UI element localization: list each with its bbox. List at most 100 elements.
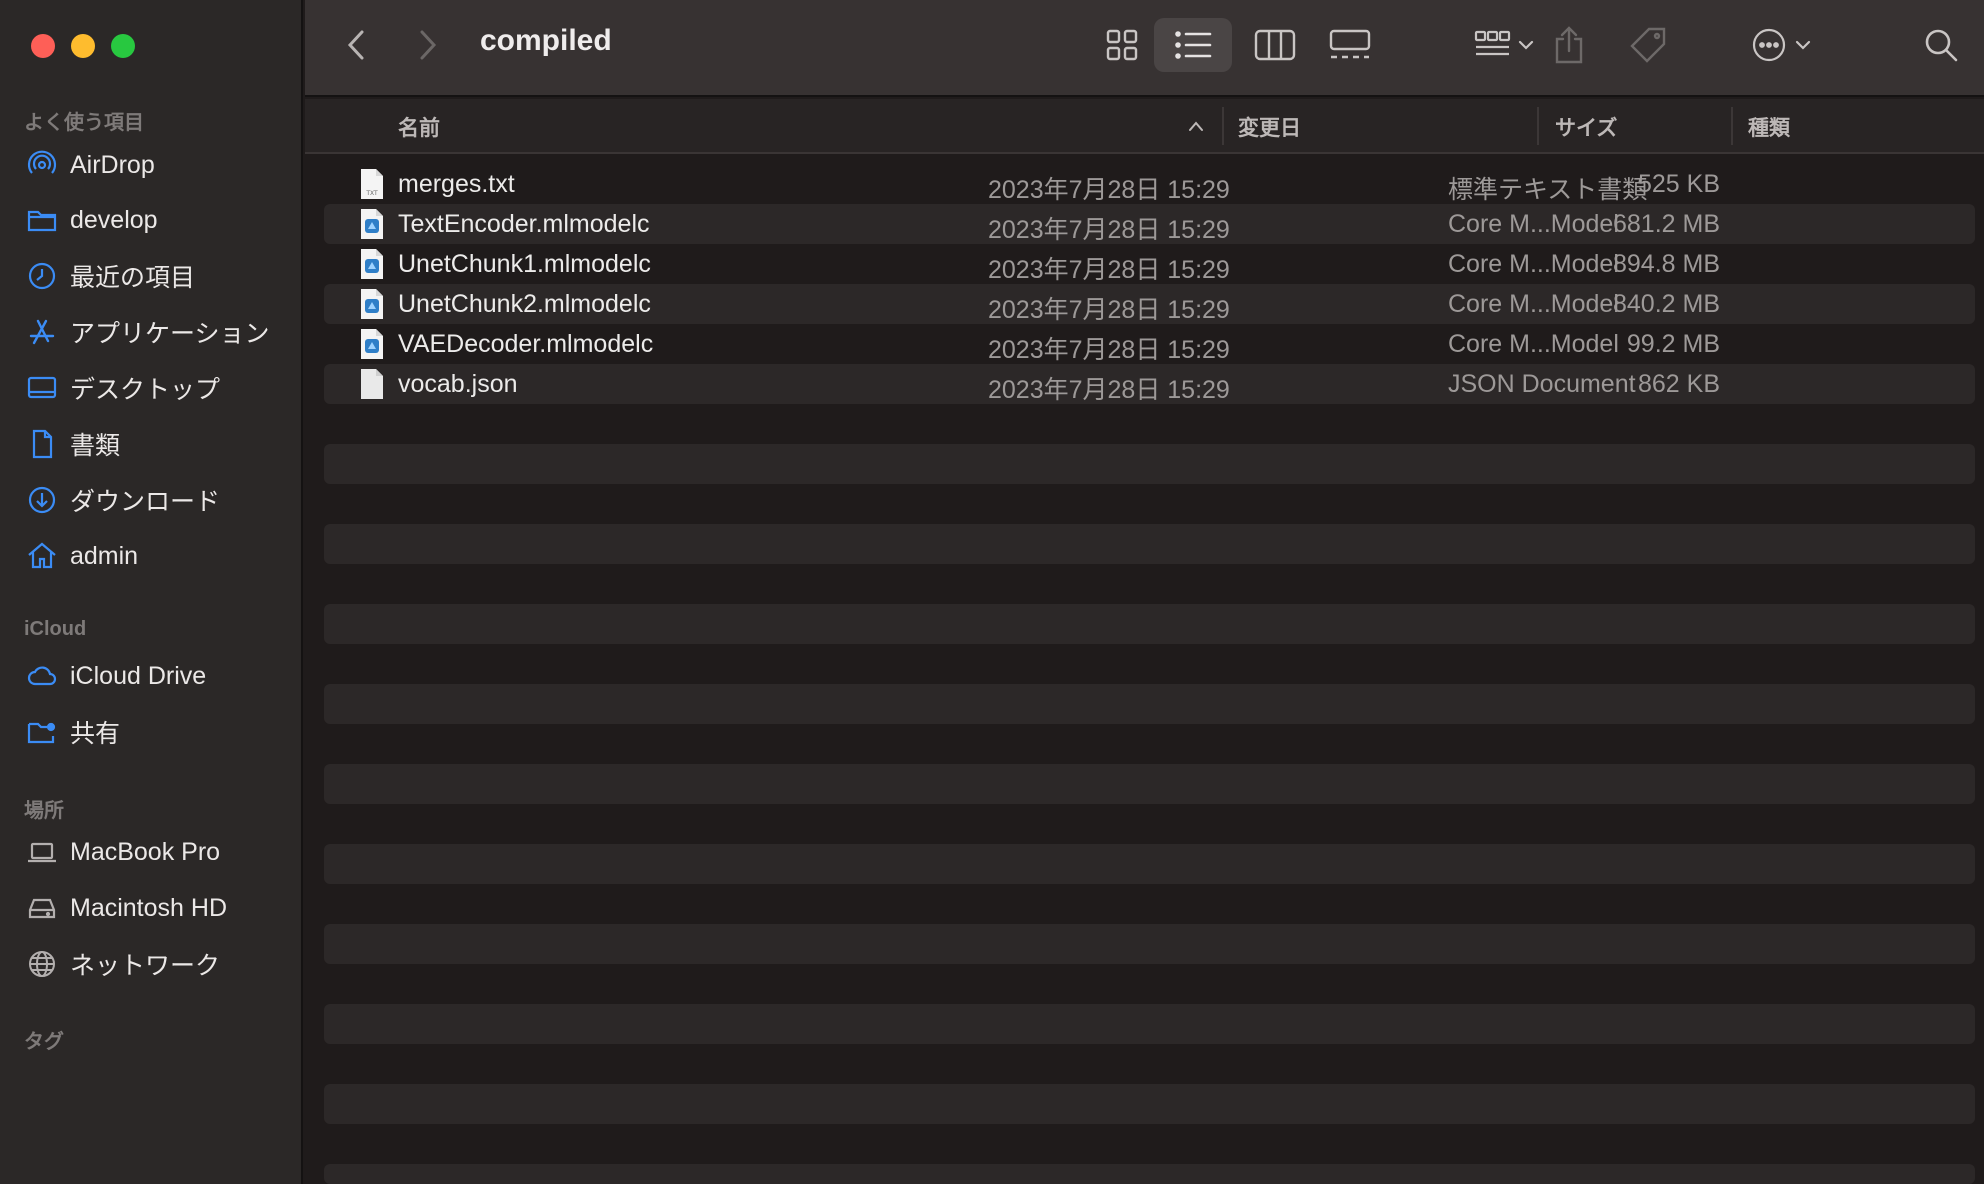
sidebar-item-label: 共有 <box>70 720 121 748</box>
sidebar-item-label: ダウンロード <box>70 488 221 516</box>
sidebar-item-desktop[interactable]: デスクトップ <box>24 365 286 411</box>
sidebar-item-label: iCloud Drive <box>70 661 207 690</box>
sidebar-section-tags: タグ <box>24 1031 64 1053</box>
file-date: 2023年7月28日 15:29 <box>988 336 1230 364</box>
sidebar-section-icloud: iCloud <box>24 618 87 640</box>
action-menu-button[interactable] <box>1748 22 1822 68</box>
file-name: UnetChunk1.mlmodelc <box>398 250 651 278</box>
file-kind: Core M...Model <box>1448 210 1619 238</box>
mlmodel-icon <box>361 289 383 319</box>
file-name: TextEncoder.mlmodelc <box>398 210 650 238</box>
file-date: 2023年7月28日 15:29 <box>988 376 1230 404</box>
group-icon <box>1474 30 1534 56</box>
sidebar-item-label: MacBook Pro <box>70 837 221 866</box>
file-name: VAEDecoder.mlmodelc <box>398 330 654 358</box>
column-divider[interactable] <box>1222 107 1224 145</box>
file-date: 2023年7月28日 15:29 <box>988 176 1230 204</box>
file-row[interactable]: UnetChunk1.mlmodelc 2023年7月28日 15:29 894… <box>324 244 1975 284</box>
empty-row-stripe <box>324 924 1975 964</box>
column-header-kind[interactable]: 種類 <box>1748 112 1790 142</box>
file-row[interactable]: TXT merges.txt 2023年7月28日 15:29 525 KB 標… <box>324 164 1975 204</box>
sidebar-item-label: アプリケーション <box>70 320 270 348</box>
json-file-icon <box>361 369 383 399</box>
file-date: 2023年7月28日 15:29 <box>988 216 1230 244</box>
clock-icon <box>24 258 60 294</box>
file-row[interactable]: vocab.json 2023年7月28日 15:29 862 KB JSON … <box>324 364 1975 404</box>
file-kind: Core M...Model <box>1448 290 1619 318</box>
sidebar-item-label: admin <box>70 541 139 570</box>
text-file-icon: TXT <box>361 169 383 199</box>
sidebar-item-network[interactable]: ネットワーク <box>24 941 286 987</box>
icon-view-button[interactable] <box>1100 22 1144 68</box>
zoom-window-button[interactable] <box>111 34 135 58</box>
sidebar-item-label: ネットワーク <box>70 952 221 980</box>
close-window-button[interactable] <box>31 34 55 58</box>
laptop-icon <box>24 834 60 870</box>
minimize-window-button[interactable] <box>71 34 95 58</box>
search-button[interactable] <box>1919 22 1963 68</box>
share-button[interactable] <box>1549 20 1589 70</box>
empty-row-stripe <box>324 1164 1975 1184</box>
search-icon <box>1925 29 1958 62</box>
sidebar-item-macbook-pro[interactable]: MacBook Pro <box>24 829 286 875</box>
sidebar-item-label: 最近の項目 <box>70 264 196 292</box>
sidebar-item-macintosh-hd[interactable]: Macintosh HD <box>24 885 286 931</box>
sidebar-section-locations: 場所 <box>24 800 64 822</box>
file-name: UnetChunk2.mlmodelc <box>398 290 651 318</box>
toolbar: compiled <box>305 0 1984 97</box>
shared-folder-icon <box>24 714 60 750</box>
empty-row-stripe <box>324 764 1975 804</box>
sidebar-item-airdrop[interactable]: AirDrop <box>24 142 286 188</box>
sidebar-item-documents[interactable]: 書類 <box>24 421 286 467</box>
file-date: 2023年7月28日 15:29 <box>988 256 1230 284</box>
chevron-right-icon <box>420 30 437 60</box>
sidebar-item-shared[interactable]: 共有 <box>24 709 286 755</box>
mlmodel-icon <box>361 329 383 359</box>
svg-text:TXT: TXT <box>365 190 378 197</box>
file-size: 862 KB <box>1637 370 1720 398</box>
column-divider[interactable] <box>1537 107 1539 145</box>
column-view-button[interactable] <box>1251 22 1299 68</box>
column-header-date[interactable]: 変更日 <box>1238 112 1301 142</box>
sidebar-item-recents[interactable]: 最近の項目 <box>24 253 286 299</box>
column-header-size[interactable]: サイズ <box>1555 112 1617 142</box>
home-icon <box>24 538 60 574</box>
column-divider[interactable] <box>1731 107 1733 145</box>
sidebar-item-downloads[interactable]: ダウンロード <box>24 477 286 523</box>
column-header-name[interactable]: 名前 <box>398 112 440 142</box>
sidebar-item-home[interactable]: admin <box>24 533 286 579</box>
sidebar-item-icloud-drive[interactable]: iCloud Drive <box>24 653 286 699</box>
gallery-view-button[interactable] <box>1326 22 1374 68</box>
tag-icon <box>1630 27 1666 63</box>
back-button[interactable] <box>341 26 371 64</box>
tag-button[interactable] <box>1626 22 1670 68</box>
sidebar-item-label: 書類 <box>70 432 121 460</box>
file-size: 894.8 MB <box>1612 250 1720 278</box>
sidebar-item-develop[interactable]: develop <box>24 197 286 243</box>
sidebar-item-applications[interactable]: アプリケーション <box>24 309 286 355</box>
empty-row-stripe <box>324 524 1975 564</box>
sidebar-item-label: デスクトップ <box>70 376 221 404</box>
file-row[interactable]: TextEncoder.mlmodelc 2023年7月28日 15:29 68… <box>324 204 1975 244</box>
file-row[interactable]: UnetChunk2.mlmodelc 2023年7月28日 15:29 840… <box>324 284 1975 324</box>
forward-button[interactable] <box>413 26 443 64</box>
file-kind: Core M...Model <box>1448 330 1619 358</box>
folder-icon <box>24 202 60 238</box>
mlmodel-icon <box>361 209 383 239</box>
file-size: 840.2 MB <box>1612 290 1720 318</box>
empty-row-stripe <box>324 604 1975 644</box>
sidebar: よく使う項目 AirDrop develop 最近の項目 アプリケーション デス… <box>0 0 303 1184</box>
sidebar-item-label: Macintosh HD <box>70 893 227 922</box>
sidebar-item-label: develop <box>70 205 158 234</box>
cloud-icon <box>24 658 60 694</box>
desktop-icon <box>24 370 60 406</box>
file-kind: JSON Document <box>1448 370 1636 398</box>
group-by-button[interactable] <box>1471 22 1541 68</box>
gallery-icon <box>1329 29 1371 59</box>
document-icon <box>24 426 60 462</box>
file-date: 2023年7月28日 15:29 <box>988 296 1230 324</box>
window-title: compiled <box>480 24 612 57</box>
list-view-button[interactable] <box>1154 18 1232 72</box>
grid-icon <box>1106 29 1138 61</box>
file-row[interactable]: VAEDecoder.mlmodelc 2023年7月28日 15:29 99.… <box>324 324 1975 364</box>
